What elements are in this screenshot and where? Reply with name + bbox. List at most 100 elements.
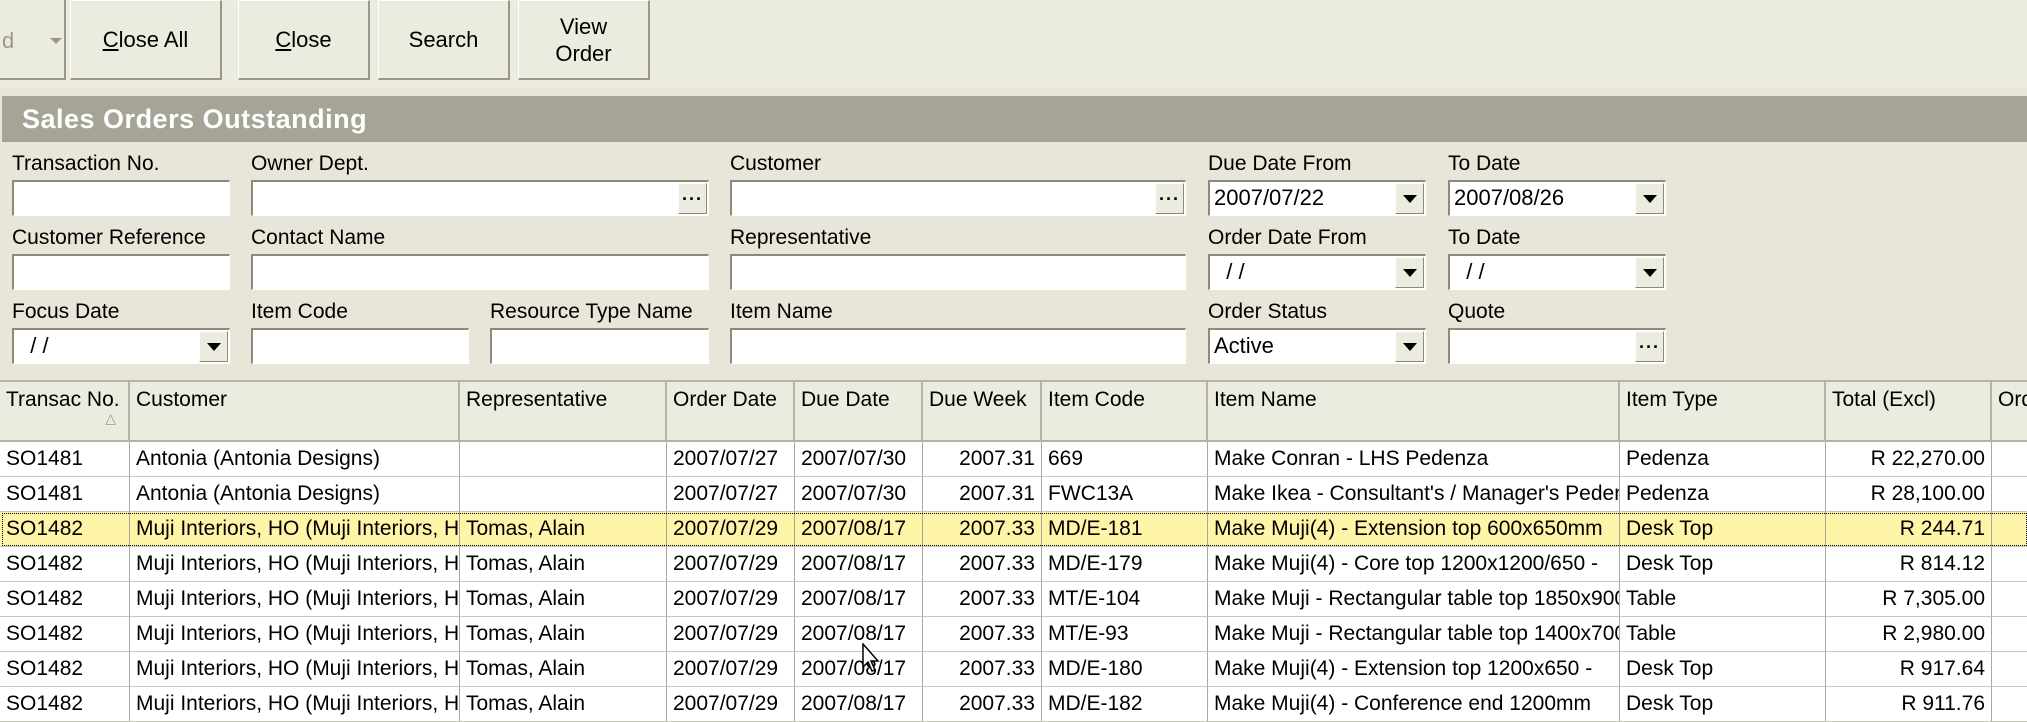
ellipsis-icon: ··· — [1159, 188, 1180, 209]
table-row[interactable]: SO1482 Muji Interiors, HO (Muji Interiors… — [0, 547, 2027, 582]
cell-item-name: Make Muji(4) - Core top 1200x1200/650 - — [1208, 547, 1620, 582]
contact-name-label: Contact Name — [251, 226, 386, 249]
order-status-dropdown[interactable] — [1395, 331, 1424, 362]
cell-item-name: Make Muji(4) - Extension top 1200x650 - — [1208, 652, 1620, 687]
cell-due-date: 2007/07/30 — [795, 442, 923, 477]
close-all-button[interactable]: Close All — [70, 0, 222, 80]
table-row[interactable]: SO1482 Muji Interiors, HO (Muji Interiors… — [0, 512, 2027, 547]
cell-due-week: 2007.31 — [923, 477, 1042, 512]
chevron-down-icon — [1402, 268, 1417, 277]
order-date-from-dropdown[interactable] — [1395, 257, 1424, 288]
cell-representative: Tomas, Alain — [460, 617, 667, 652]
page-title: Sales Orders Outstanding — [2, 96, 2027, 142]
table-row[interactable]: SO1482 Muji Interiors, HO (Muji Interiors… — [0, 687, 2027, 722]
table-row[interactable]: SO1481 Antonia (Antonia Designs) 2007/07/2… — [0, 477, 2027, 512]
search-button[interactable]: Search — [378, 0, 510, 80]
cell-customer: Muji Interiors, HO (Muji Interiors, HO) — [130, 617, 460, 652]
cell-due-week: 2007.33 — [923, 547, 1042, 582]
view-order-button[interactable]: View Order — [518, 0, 650, 80]
cell-item-type: Desk Top — [1620, 547, 1826, 582]
cell-order-date: 2007/07/29 — [667, 687, 795, 722]
cell-item-code: MD/E-181 — [1042, 512, 1208, 547]
chevron-down-icon — [1402, 342, 1417, 351]
chevron-down-icon — [50, 38, 62, 44]
column-header-due-week[interactable]: Due Week — [923, 382, 1042, 442]
item-code-label: Item Code — [251, 300, 348, 323]
cell-transac-no: SO1481 — [0, 442, 130, 477]
cell-total-excl: R 244.71 — [1826, 512, 1992, 547]
cell-due-date: 2007/08/17 — [795, 582, 923, 617]
cell-transac-no: SO1481 — [0, 477, 130, 512]
order-to-date-dropdown[interactable] — [1635, 257, 1664, 288]
transaction-no-field[interactable] — [12, 180, 230, 216]
column-header-transac-no[interactable]: Transac No. △ — [0, 382, 130, 442]
cell-ord — [1992, 477, 2027, 512]
cell-ord — [1992, 687, 2027, 722]
cell-transac-no: SO1482 — [0, 617, 130, 652]
order-date-from-field[interactable]: / / — [1208, 254, 1426, 290]
contact-name-field[interactable] — [251, 254, 709, 290]
cell-item-code: MD/E-182 — [1042, 687, 1208, 722]
column-header-representative[interactable]: Representative — [460, 382, 667, 442]
order-status-select[interactable]: Active — [1208, 328, 1426, 364]
due-date-from-dropdown[interactable] — [1395, 183, 1424, 214]
column-header-order-date[interactable]: Order Date — [667, 382, 795, 442]
due-date-from-label: Due Date From — [1208, 152, 1352, 175]
cell-item-code: FWC13A — [1042, 477, 1208, 512]
cell-total-excl: R 814.12 — [1826, 547, 1992, 582]
customer-reference-label: Customer Reference — [12, 226, 206, 249]
customer-lookup-button[interactable]: ··· — [1155, 183, 1184, 214]
cell-order-date: 2007/07/27 — [667, 442, 795, 477]
focus-date-field[interactable]: / / — [12, 328, 230, 364]
cell-total-excl: R 2,980.00 — [1826, 617, 1992, 652]
cell-transac-no: SO1482 — [0, 512, 130, 547]
item-code-field[interactable] — [251, 328, 469, 364]
resource-type-name-field[interactable] — [490, 328, 709, 364]
table-row[interactable]: SO1482 Muji Interiors, HO (Muji Interiors… — [0, 652, 2027, 687]
cell-item-name: Make Muji(4) - Conference end 1200mm — [1208, 687, 1620, 722]
cell-due-date: 2007/07/30 — [795, 477, 923, 512]
table-row[interactable]: SO1482 Muji Interiors, HO (Muji Interiors… — [0, 582, 2027, 617]
due-to-date-label: To Date — [1448, 152, 1521, 175]
order-to-date-field[interactable]: / / — [1448, 254, 1666, 290]
column-header-item-code[interactable]: Item Code — [1042, 382, 1208, 442]
quote-field[interactable]: ··· — [1448, 328, 1666, 364]
cell-representative: Tomas, Alain — [460, 512, 667, 547]
cell-ord — [1992, 547, 2027, 582]
focus-date-dropdown[interactable] — [199, 331, 228, 362]
partial-dropdown-button[interactable]: d — [0, 0, 66, 80]
table-row[interactable]: SO1482 Muji Interiors, HO (Muji Interiors… — [0, 617, 2027, 652]
representative-field[interactable] — [730, 254, 1186, 290]
column-header-due-date[interactable]: Due Date — [795, 382, 923, 442]
quote-lookup-button[interactable]: ··· — [1635, 331, 1664, 362]
cell-item-name: Make Muji(4) - Extension top 600x650mm — [1208, 512, 1620, 547]
column-header-total-excl[interactable]: Total (Excl) — [1826, 382, 1992, 442]
item-name-field[interactable] — [730, 328, 1186, 364]
column-header-item-type[interactable]: Item Type — [1620, 382, 1826, 442]
due-to-date-field[interactable]: 2007/08/26 — [1448, 180, 1666, 216]
owner-dept-lookup-button[interactable]: ··· — [678, 183, 707, 214]
order-to-date-label: To Date — [1448, 226, 1521, 249]
column-header-item-name[interactable]: Item Name — [1208, 382, 1620, 442]
cell-item-code: MD/E-179 — [1042, 547, 1208, 582]
cell-transac-no: SO1482 — [0, 582, 130, 617]
close-button[interactable]: Close — [238, 0, 370, 80]
column-header-customer[interactable]: Customer — [130, 382, 460, 442]
customer-reference-field[interactable] — [12, 254, 230, 290]
cell-item-code: MT/E-93 — [1042, 617, 1208, 652]
cell-order-date: 2007/07/29 — [667, 547, 795, 582]
cell-transac-no: SO1482 — [0, 652, 130, 687]
cell-ord — [1992, 582, 2027, 617]
column-header-ord[interactable]: Ord — [1992, 382, 2027, 442]
cell-representative: Tomas, Alain — [460, 652, 667, 687]
owner-dept-field[interactable]: ··· — [251, 180, 709, 216]
customer-field[interactable]: ··· — [730, 180, 1186, 216]
table-row[interactable]: SO1481 Antonia (Antonia Designs) 2007/07/2… — [0, 442, 2027, 477]
cell-item-type: Table — [1620, 617, 1826, 652]
cell-due-week: 2007.33 — [923, 512, 1042, 547]
due-date-from-field[interactable]: 2007/07/22 — [1208, 180, 1426, 216]
grid-header: Transac No. △ Customer Representative Or… — [0, 380, 2027, 442]
cell-due-week: 2007.33 — [923, 652, 1042, 687]
due-to-date-dropdown[interactable] — [1635, 183, 1664, 214]
item-name-label: Item Name — [730, 300, 833, 323]
